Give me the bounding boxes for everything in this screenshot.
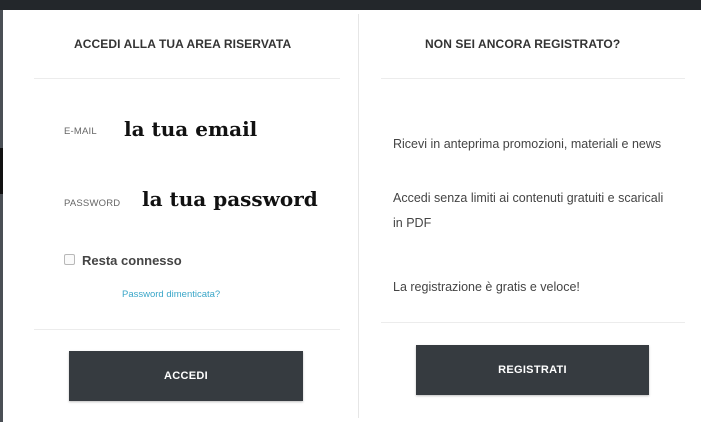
background-page-edge <box>0 10 3 422</box>
login-button-label: ACCEDI <box>164 370 208 382</box>
register-benefit-2: Accedi senza limiti ai contenuti gratuit… <box>393 191 664 230</box>
register-note: La registrazione è gratis e veloce! <box>393 280 580 294</box>
page-top-bar <box>0 0 701 10</box>
register-header-divider <box>381 78 685 79</box>
remember-me-checkbox[interactable] <box>64 254 75 265</box>
password-label: PASSWORD <box>64 198 121 209</box>
login-button[interactable]: ACCEDI <box>69 351 303 401</box>
column-divider <box>358 14 359 418</box>
remember-me-label[interactable]: Resta connesso <box>82 253 182 268</box>
login-footer-divider <box>34 329 340 330</box>
forgot-password-link[interactable]: Password dimenticata? <box>122 289 220 300</box>
register-benefit-1: Ricevi in anteprima promozioni, material… <box>393 137 662 151</box>
register-footer-divider <box>381 322 685 323</box>
register-title: NON SEI ANCORA REGISTRATO? <box>425 37 621 51</box>
email-input[interactable] <box>124 115 344 143</box>
email-label: E-MAIL <box>64 126 97 137</box>
login-title: ACCEDI ALLA TUA AREA RISERVATA <box>74 37 292 51</box>
login-header-divider <box>34 78 340 79</box>
register-button[interactable]: REGISTRATI <box>416 345 649 395</box>
register-button-label: REGISTRATI <box>498 364 567 376</box>
password-input[interactable] <box>142 184 348 214</box>
